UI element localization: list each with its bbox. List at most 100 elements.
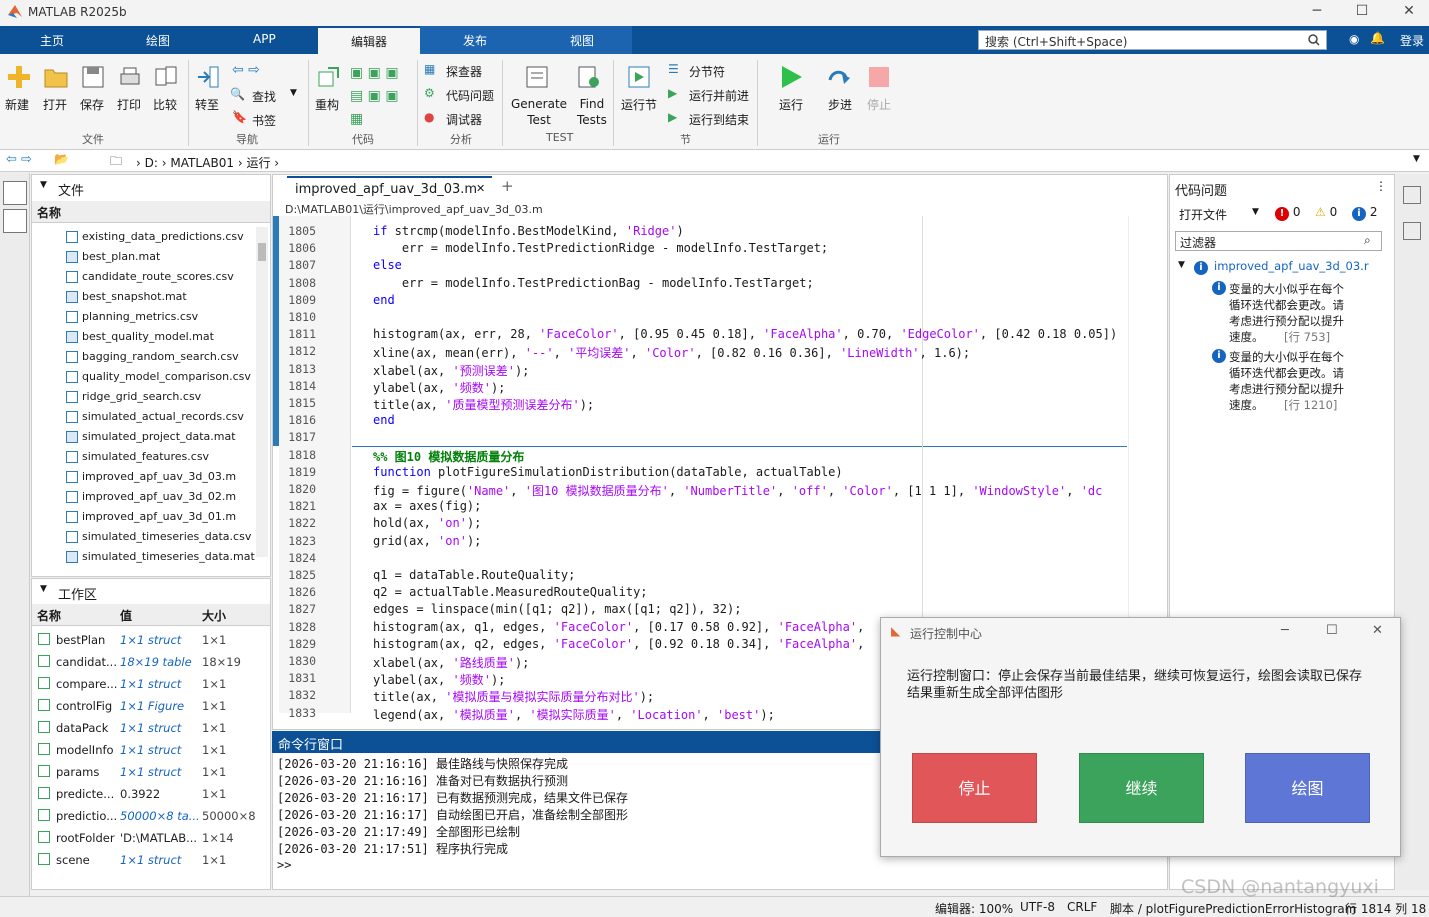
code-issues-button[interactable]: 代码问题 <box>446 87 494 104</box>
generate-test-button[interactable]: Generate Test <box>511 96 567 128</box>
find-button[interactable]: 查找 <box>252 88 276 105</box>
code-line[interactable]: ylabel(ax, '频数'); <box>373 671 505 688</box>
code-line[interactable]: histogram(ax, q2, edges, 'FaceColor', [0… <box>373 637 864 651</box>
step-button[interactable]: 步进 <box>828 96 852 113</box>
ws-col-value[interactable]: 值 <box>120 607 132 624</box>
file-item[interactable]: candidate_route_scores.csv <box>66 270 234 283</box>
find-tests-button[interactable]: Find Tests <box>577 96 607 128</box>
code-line[interactable]: histogram(ax, q1, edges, 'FaceColor', [0… <box>373 620 864 634</box>
issue-text[interactable]: 考虑进行预分配以提升 <box>1229 313 1344 329</box>
code-line[interactable]: if strcmp(modelInfo.BestModelKind, 'Ridg… <box>373 224 684 238</box>
issue-text[interactable]: 变量的大小似乎在每个 <box>1229 349 1344 365</box>
code-line[interactable]: q1 = dataTable.RouteQuality; <box>373 568 575 582</box>
issues-scope[interactable]: 打开文件 <box>1179 206 1227 223</box>
compare-button[interactable]: 比较 <box>153 96 177 113</box>
code-line[interactable]: fig = figure('Name', '图10 模拟数据质量分布', 'Nu… <box>373 482 1102 499</box>
tab-plots[interactable]: 绘图 <box>146 32 170 49</box>
code-line[interactable]: title(ax, '模拟质量与模拟实际质量分布对比'); <box>373 688 654 705</box>
collapse-icon[interactable]: ▼ <box>40 584 47 594</box>
issue-text[interactable]: 考虑进行预分配以提升 <box>1229 381 1344 397</box>
print-button[interactable]: 打印 <box>117 96 141 113</box>
continue-button[interactable]: 继续 <box>1079 753 1204 823</box>
code-line[interactable]: legend(ax, '模拟质量', '模拟实际质量', 'Location',… <box>373 706 775 723</box>
file-item[interactable]: improved_apf_uav_3d_01.m <box>66 510 236 523</box>
panel-menu-icon[interactable]: ⋮ <box>1375 179 1387 193</box>
file-item[interactable]: bagging_random_search.csv <box>66 350 239 363</box>
maximize-button[interactable]: ☐ <box>1347 3 1377 19</box>
file-item[interactable]: quality_model_comparison.csv <box>66 370 251 383</box>
tab-view[interactable]: 视图 <box>570 32 594 49</box>
tab-home[interactable]: 主页 <box>40 32 64 49</box>
code-line[interactable]: xlabel(ax, '路线质量'); <box>373 654 529 671</box>
command-prompt[interactable]: >> <box>277 858 291 872</box>
run-advance-button[interactable]: 运行并前进 <box>689 87 749 104</box>
code-line[interactable]: grid(ax, 'on'); <box>373 534 481 548</box>
file-item[interactable]: existing_data_predictions.csv <box>66 230 244 243</box>
tab-publish[interactable]: 发布 <box>463 32 487 49</box>
files-scrollbar[interactable] <box>256 227 268 557</box>
issue-text[interactable]: 速度。 <box>1229 397 1264 413</box>
run-to-end-button[interactable]: 运行到结束 <box>689 111 749 128</box>
code-line[interactable]: xlabel(ax, '预测误差'); <box>373 362 529 379</box>
help-panel-icon[interactable] <box>1403 186 1421 204</box>
save-button[interactable]: 保存 <box>80 96 104 113</box>
search-input[interactable]: 搜索 (Ctrl+Shift+Space) <box>978 30 1327 50</box>
issue-text[interactable]: 循环迭代都会更改。请 <box>1229 365 1344 381</box>
filter-input[interactable]: 过滤器 <box>1175 231 1382 251</box>
code-tools-icon[interactable]: ▣ ▣ ▣ ▤ ▣ ▣ ▦ <box>350 62 410 132</box>
code-line[interactable]: else <box>373 258 402 272</box>
workspace-panel-icon[interactable] <box>3 209 27 233</box>
file-item[interactable]: improved_apf_uav_3d_03.m <box>66 470 236 483</box>
scope-dropdown-icon[interactable]: ▼ <box>1252 207 1259 217</box>
dialog-minimize-button[interactable]: ─ <box>1281 623 1289 638</box>
run-section-button[interactable]: 运行节 <box>621 96 657 113</box>
collapse-icon[interactable]: ▼ <box>40 180 47 190</box>
back-icon[interactable]: ⇦ ⇨ <box>6 152 32 167</box>
code-line[interactable]: q2 = actualTable.MeasuredRouteQuality; <box>373 585 648 599</box>
issue-text[interactable]: 变量的大小似乎在每个 <box>1229 281 1344 297</box>
tab-editor[interactable]: 编辑器 <box>318 28 420 54</box>
issues-file-link[interactable]: improved_apf_uav_3d_03.r <box>1214 259 1369 273</box>
properties-panel-icon[interactable] <box>1403 222 1421 240</box>
issue-line-ref[interactable]: [行 1210] <box>1284 397 1337 413</box>
code-line[interactable]: function plotFigureSimulationDistributio… <box>373 465 843 479</box>
code-line[interactable]: ax = axes(fig); <box>373 499 481 513</box>
file-item[interactable]: simulated_features.csv <box>66 450 209 463</box>
files-panel-icon[interactable] <box>3 181 27 205</box>
debugger-button[interactable]: 调试器 <box>446 111 482 128</box>
tab-apps[interactable]: APP <box>253 32 276 46</box>
bookmark-button[interactable]: 书签 <box>252 112 276 129</box>
find-dropdown-icon[interactable]: ▼ <box>290 88 297 98</box>
code-line[interactable]: xline(ax, mean(err), '--', '平均误差', 'Colo… <box>373 344 970 361</box>
file-item[interactable]: simulated_timeseries_data.mat <box>66 550 255 563</box>
issue-text[interactable]: 循环迭代都会更改。请 <box>1229 297 1344 313</box>
stop-button[interactable]: 停止 <box>912 753 1037 823</box>
code-line[interactable]: histogram(ax, err, 28, 'FaceColor', [0.9… <box>373 327 1117 341</box>
login-link[interactable]: 登录 <box>1400 32 1424 49</box>
code-line[interactable]: err = modelInfo.TestPredictionBag - mode… <box>373 276 814 290</box>
file-item[interactable]: simulated_project_data.mat <box>66 430 236 443</box>
file-item[interactable]: simulated_timeseries_data.csv <box>66 530 251 543</box>
code-line[interactable]: ylabel(ax, '频数'); <box>373 379 505 396</box>
file-item[interactable]: best_plan.mat <box>66 250 160 263</box>
file-item[interactable]: improved_apf_uav_3d_02.m <box>66 490 236 503</box>
code-line[interactable]: edges = linspace(min([q1; q2]), max([q1;… <box>373 602 741 616</box>
run-button[interactable]: 运行 <box>779 96 803 113</box>
minimize-button[interactable]: ─ <box>1302 3 1332 19</box>
file-item[interactable]: ridge_grid_search.csv <box>66 390 201 403</box>
code-line[interactable]: %% 图10 模拟数据质量分布 <box>373 448 524 465</box>
code-line[interactable]: title(ax, '质量模型预测误差分布'); <box>373 396 594 413</box>
section-break-button[interactable]: 分节符 <box>689 63 725 80</box>
close-button[interactable]: ✕ <box>1394 3 1424 19</box>
file-item[interactable]: planning_metrics.csv <box>66 310 198 323</box>
stop-button[interactable]: 停止 <box>867 96 891 113</box>
open-button[interactable]: 打开 <box>43 96 67 113</box>
explorer-button[interactable]: 探查器 <box>446 63 482 80</box>
up-folder-icon[interactable]: 📂 <box>54 152 69 166</box>
close-tab-icon[interactable]: ✕ <box>476 182 485 195</box>
new-tab-icon[interactable]: + <box>501 177 514 195</box>
editor-tab[interactable]: improved_apf_uav_3d_03.m ✕ <box>287 176 492 200</box>
code-line[interactable]: end <box>373 413 395 427</box>
file-item[interactable]: best_quality_model.mat <box>66 330 214 343</box>
issue-line-ref[interactable]: [行 753] <box>1284 329 1330 345</box>
